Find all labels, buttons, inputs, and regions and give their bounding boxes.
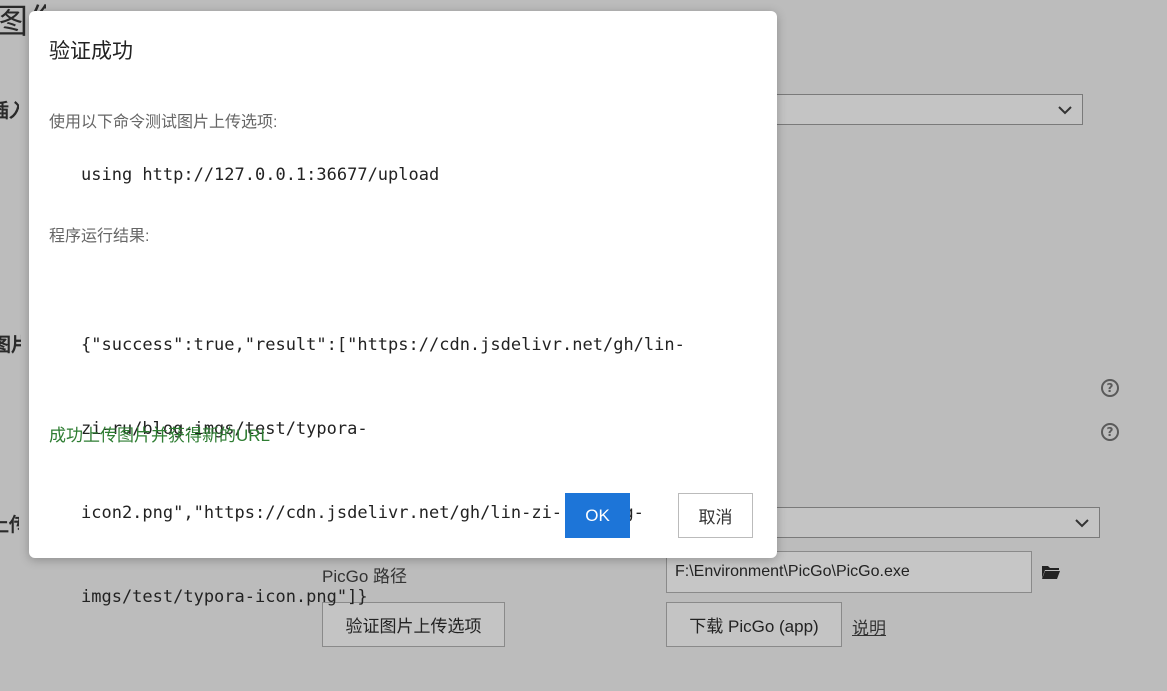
test-command-intro: 使用以下命令测试图片上传选项:	[49, 114, 278, 131]
folder-icon[interactable]	[1041, 564, 1061, 580]
insert-image-label: 插入图	[0, 101, 19, 122]
result-output: {"success":true,"result":["https://cdn.j…	[81, 275, 685, 667]
docs-link[interactable]: 说明	[852, 614, 886, 639]
image-syntax-label: 图片语	[0, 335, 21, 356]
download-picgo-button[interactable]: 下载 PicGo (app)	[666, 602, 842, 647]
chevron-down-icon	[1075, 518, 1089, 527]
ok-button[interactable]: OK	[565, 493, 630, 538]
chevron-down-icon	[1058, 105, 1072, 114]
test-command: using http://127.0.0.1:36677/upload	[81, 165, 440, 185]
cancel-button[interactable]: 取消	[678, 493, 753, 538]
result-line: {"success":true,"result":["https://cdn.j…	[81, 335, 685, 355]
help-icon[interactable]: ?	[1101, 379, 1119, 397]
validation-success-dialog: 验证成功 使用以下命令测试图片上传选项: using http://127.0.…	[29, 11, 777, 607]
result-intro: 程序运行结果:	[49, 228, 150, 245]
upload-service-label: 上传服	[0, 515, 19, 536]
dialog-title: 验证成功	[49, 40, 133, 63]
result-line: imgs/test/typora-icon.png"]}	[81, 587, 368, 607]
help-icon[interactable]: ?	[1101, 423, 1119, 441]
success-message: 成功上传图片并获得新的URL	[49, 426, 271, 445]
